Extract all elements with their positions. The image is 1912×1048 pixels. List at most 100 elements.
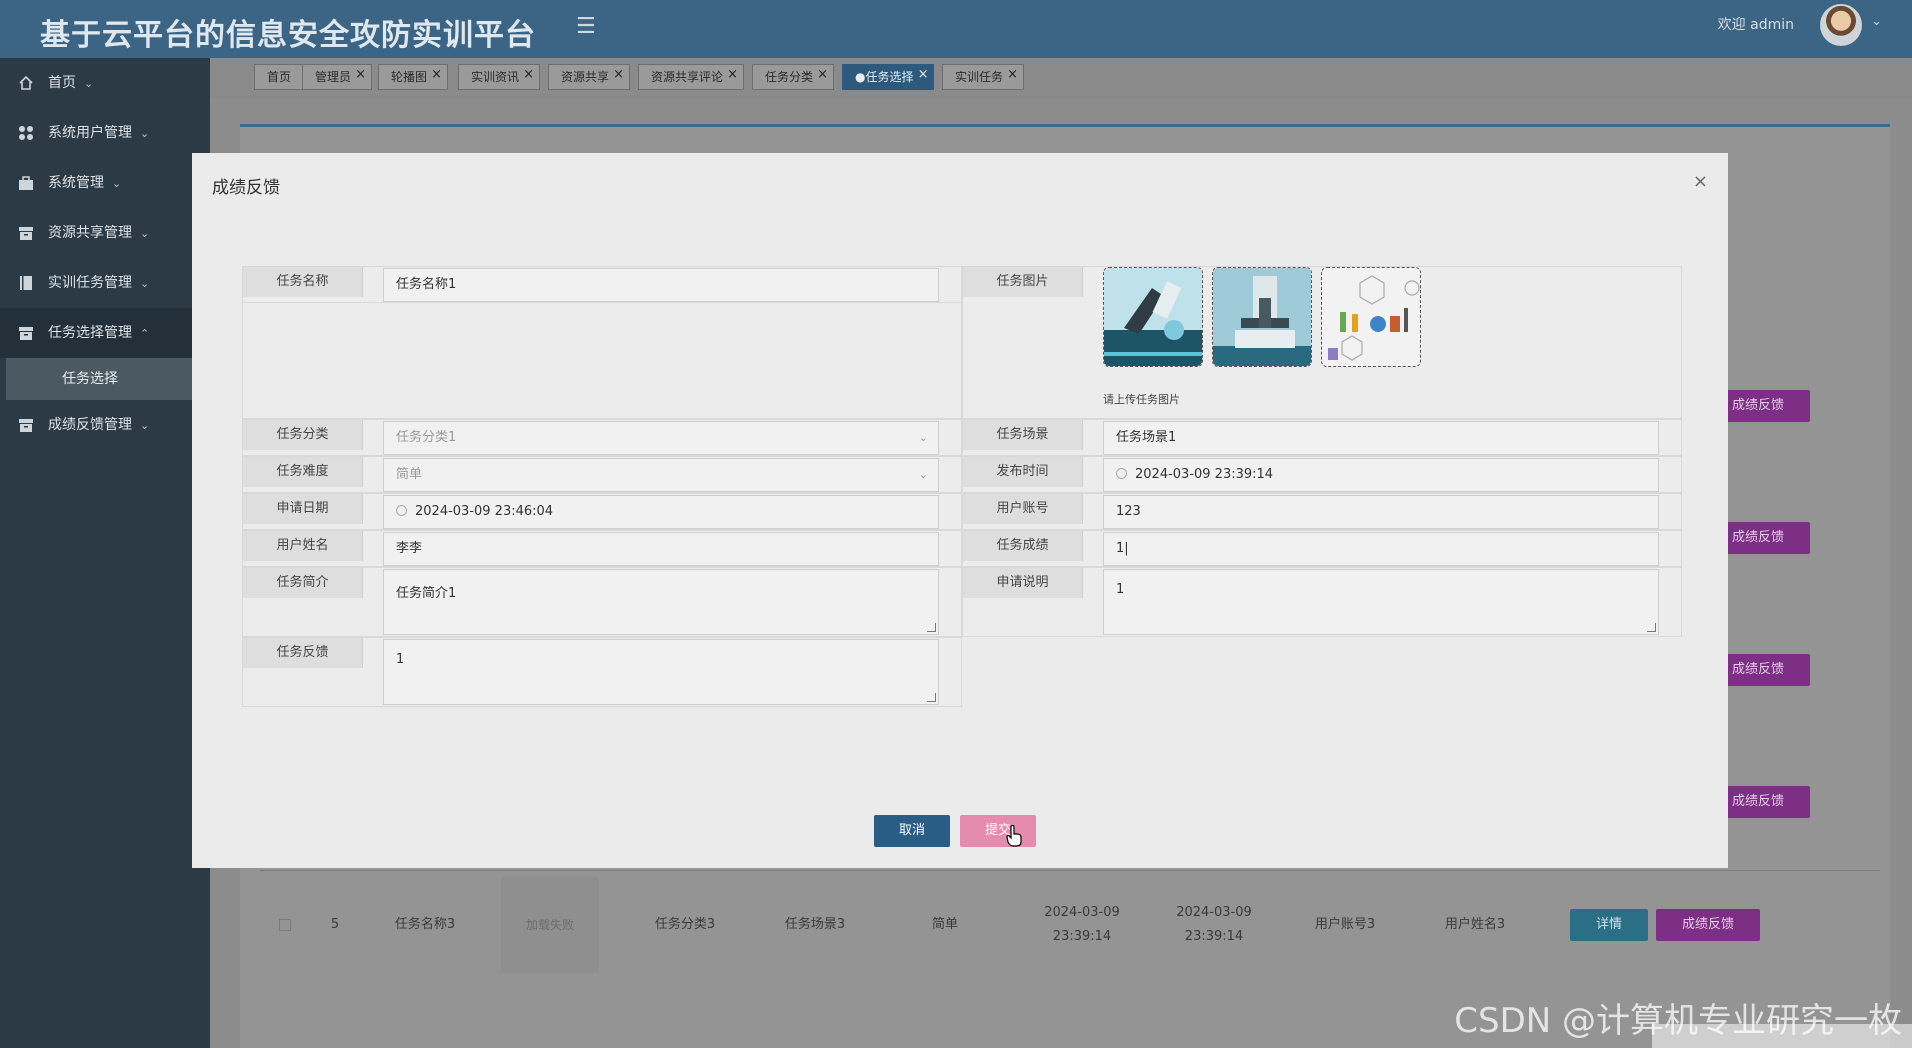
tab-admin[interactable]: 管理员 ×	[302, 63, 373, 90]
close-icon[interactable]: ×	[727, 63, 738, 87]
field-task-image: 任务图片 请上传任务图片	[962, 266, 1682, 419]
tab-label: ●任务选择	[855, 70, 914, 84]
sidebar-item-task-selection[interactable]: 任务选择管理 ⌃	[0, 308, 210, 358]
row-publish-time: 2024-03-09 23:39:14	[1044, 905, 1120, 944]
task-intro-textarea[interactable]: 任务简介1	[383, 569, 939, 635]
tab-carousel[interactable]: 轮播图 ×	[378, 63, 449, 90]
feedback-button[interactable]: 成绩反馈	[1656, 909, 1760, 941]
user-account-input[interactable]: 123	[1103, 495, 1659, 529]
row-scene: 任务场景3	[784, 917, 846, 932]
close-icon[interactable]: ×	[1007, 63, 1018, 87]
task-image-thumb[interactable]	[1103, 267, 1203, 367]
field-task-category: 任务分类 任务分类1 ⌄	[242, 419, 962, 456]
sidebar-item-label: 任务选择管理	[48, 325, 132, 341]
tab-label: 管理员	[315, 70, 352, 84]
sidebar-item-resource-share[interactable]: 资源共享管理 ⌄	[0, 208, 210, 258]
briefcase-icon	[19, 176, 33, 190]
sidebar-subitem-task-select[interactable]: 任务选择	[6, 358, 192, 400]
field-publish-time: 发布时间 2024-03-09 23:39:14	[962, 456, 1682, 493]
field-label: 任务难度	[243, 457, 363, 487]
apply-date-picker[interactable]: 2024-03-09 23:46:04	[383, 495, 939, 529]
image-load-failed: 加载失败	[501, 877, 599, 973]
publish-time-picker[interactable]: 2024-03-09 23:39:14	[1103, 458, 1659, 492]
close-icon[interactable]: ×	[817, 63, 828, 87]
archive-icon	[19, 327, 33, 340]
field-label: 申请日期	[243, 494, 363, 524]
tab-news[interactable]: 实训资讯 ×	[458, 63, 541, 90]
field-label: 任务分类	[243, 420, 363, 450]
sidebar-item-label: 成绩反馈管理	[48, 417, 132, 433]
close-icon[interactable]: ×	[431, 63, 442, 87]
close-icon[interactable]: ×	[1693, 171, 1708, 192]
clock-icon	[396, 505, 407, 516]
menu-toggle-icon[interactable]: ☰	[576, 14, 596, 39]
cancel-button[interactable]: 取消	[874, 815, 950, 847]
book-icon	[20, 276, 32, 290]
field-label: 用户姓名	[243, 531, 363, 561]
chemistry-image	[1322, 268, 1420, 366]
close-icon[interactable]: ×	[523, 63, 534, 87]
field-user-name: 用户姓名 李李	[242, 530, 962, 567]
resize-handle-icon[interactable]	[1647, 623, 1656, 632]
task-image-thumb[interactable]	[1321, 267, 1421, 367]
microscope-image	[1213, 268, 1311, 366]
field-label: 任务名称	[243, 267, 363, 297]
tab-resource-comment[interactable]: 资源共享评论 ×	[638, 63, 745, 90]
chevron-down-icon: ⌄	[140, 277, 150, 290]
upload-hint: 请上传任务图片	[1103, 393, 1180, 406]
sidebar-item-system[interactable]: 系统管理 ⌄	[0, 158, 210, 208]
sidebar-item-system-users[interactable]: 系统用户管理 ⌄	[0, 108, 210, 158]
close-icon[interactable]: ×	[918, 63, 929, 87]
row-image-placeholder: 加载失败	[500, 871, 600, 979]
field-label: 申请说明	[963, 568, 1083, 598]
sidebar-item-home[interactable]: 首页 ⌄	[0, 58, 210, 108]
field-task-feedback: 任务反馈 1	[242, 637, 962, 707]
tab-label: 轮播图	[391, 70, 428, 84]
sidebar-item-training-task[interactable]: 实训任务管理 ⌄	[0, 258, 210, 308]
tab-task-category[interactable]: 任务分类 ×	[752, 63, 835, 90]
tab-training-task[interactable]: 实训任务 ×	[942, 63, 1025, 90]
task-image-thumb[interactable]	[1212, 267, 1312, 367]
detail-button[interactable]: 详情	[1570, 909, 1648, 941]
tab-task-selection[interactable]: ●任务选择 ×	[842, 63, 935, 90]
task-category-select[interactable]: 任务分类1 ⌄	[383, 421, 939, 455]
close-icon[interactable]: ×	[355, 63, 366, 87]
archive-icon	[19, 419, 33, 432]
apply-desc-textarea[interactable]: 1	[1103, 569, 1659, 635]
resize-handle-icon[interactable]	[927, 693, 936, 702]
resize-handle-icon[interactable]	[927, 623, 936, 632]
row-account: 用户账号3	[1314, 917, 1376, 932]
sidebar-item-label: 系统用户管理	[48, 125, 132, 141]
row-checkbox[interactable]	[260, 871, 310, 979]
watermark: CSDN @计算机专业研究一枚	[1454, 1001, 1902, 1041]
task-scene-input[interactable]: 任务场景1	[1103, 421, 1659, 455]
user-name-input[interactable]: 李李	[383, 532, 939, 566]
close-icon[interactable]: ×	[613, 63, 624, 87]
submit-button[interactable]: 提交	[960, 815, 1036, 847]
avatar[interactable]	[1820, 4, 1862, 46]
microscope-image	[1104, 268, 1202, 366]
tab-home[interactable]: 首页	[254, 64, 305, 90]
field-task-intro: 任务简介 任务简介1	[242, 567, 962, 637]
app-title: 基于云平台的信息安全攻防实训平台	[40, 18, 536, 53]
sidebar-item-score-feedback[interactable]: 成绩反馈管理 ⌄	[0, 400, 210, 450]
task-score-input[interactable]: 1|	[1103, 532, 1659, 566]
row-index: 5	[330, 917, 340, 932]
chevron-down-icon: ⌄	[84, 77, 94, 90]
welcome-text: 欢迎 admin	[1717, 17, 1794, 33]
tab-label: 首页	[267, 70, 292, 84]
dialog-title: 成绩反馈	[212, 178, 280, 198]
field-label: 任务场景	[963, 420, 1083, 450]
tab-resource-share[interactable]: 资源共享 ×	[548, 63, 631, 90]
field-label: 任务成绩	[963, 531, 1083, 561]
task-name-input[interactable]: 任务名称1	[383, 268, 939, 302]
chevron-down-icon[interactable]: ⌄	[1871, 14, 1882, 29]
score-feedback-dialog: 成绩反馈 × 任务名称 任务名称1 任务图片 请上传任务图片 任务分类 任务分类…	[192, 153, 1728, 868]
tab-label: 实训任务	[955, 70, 1004, 84]
task-difficulty-select[interactable]: 简单 ⌄	[383, 458, 939, 492]
sidebar: 首页 ⌄ 系统用户管理 ⌄ 系统管理 ⌄ 资源共享管理 ⌄ 实训任务管理 ⌄ 任务选择管理…	[0, 58, 210, 1048]
apps-icon	[19, 126, 33, 140]
hand-cursor-icon	[1006, 825, 1022, 847]
sidebar-item-label: 实训任务管理	[48, 275, 132, 291]
task-feedback-textarea[interactable]: 1	[383, 639, 939, 705]
